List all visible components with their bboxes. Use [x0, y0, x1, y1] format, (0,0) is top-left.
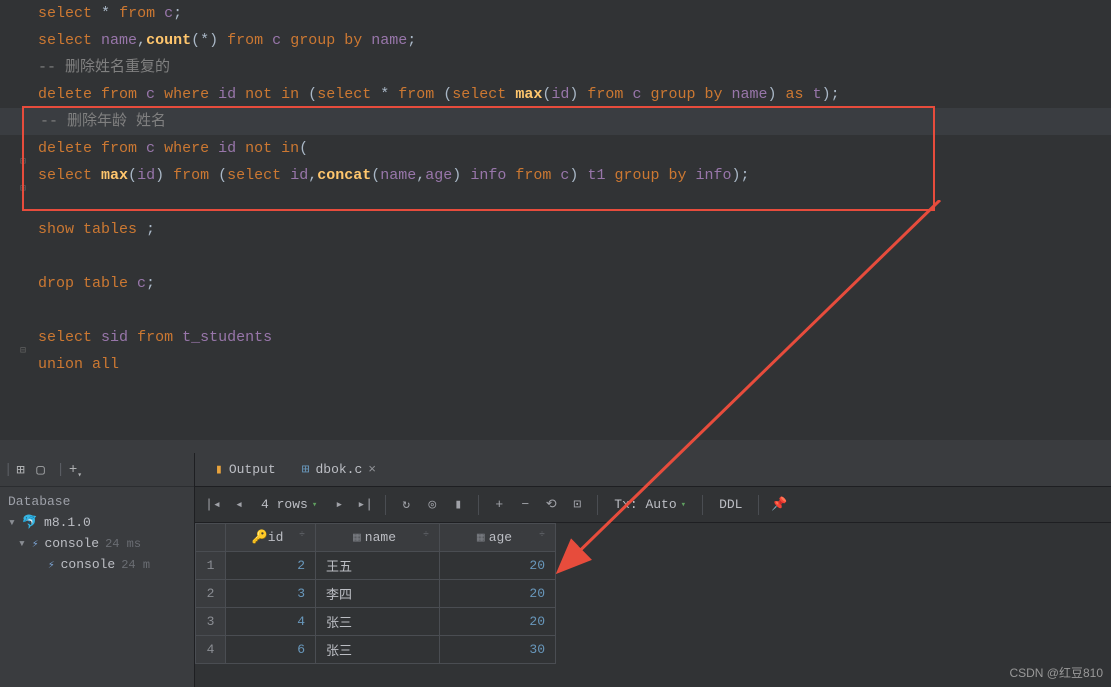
database-sidebar: | ⊞ ▢ | +▾ Database ▾🐬m8.1.0 ▾console 24…	[0, 453, 195, 687]
db-connection[interactable]: ▾🐬m8.1.0	[0, 512, 194, 533]
last-page-button[interactable]: ▸|	[355, 495, 375, 515]
revert-button[interactable]: ⟲	[541, 495, 561, 515]
pin-button[interactable]: 📌	[769, 495, 789, 515]
view-button[interactable]: ▮	[448, 495, 468, 515]
remove-row-button[interactable]: −	[515, 495, 535, 515]
stop-button[interactable]: ◎	[422, 495, 442, 515]
result-table: 🔑id÷ ▦name÷ ▦age÷ 12王五20 23李四20 34张三20 4…	[195, 523, 556, 664]
col-age[interactable]: ▦age÷	[440, 524, 556, 552]
layout-icon[interactable]: ⊞	[16, 462, 32, 478]
filter-icon[interactable]: ▢	[36, 462, 52, 478]
grid-toolbar: |◂ ◂ 4 rows ▾ ▸ ▸| ↻ ◎ ▮ + − ⟲ ⊡ Tx: Aut…	[195, 487, 1111, 523]
close-icon[interactable]: ×	[368, 462, 376, 477]
col-name[interactable]: ▦name÷	[316, 524, 440, 552]
prev-page-button[interactable]: ◂	[229, 495, 249, 515]
db-header: Database	[0, 491, 194, 512]
commit-button[interactable]: ⊡	[567, 495, 587, 515]
console-item-child[interactable]: console 24 m	[0, 554, 194, 575]
result-tabs: ▮Output ⊞dbok.c×	[195, 453, 1111, 487]
add-row-button[interactable]: +	[489, 495, 509, 515]
sql-editor[interactable]: select * from c; select name,count(*) fr…	[0, 0, 1111, 440]
table-row[interactable]: 12王五20	[196, 552, 556, 580]
row-count[interactable]: 4 rows ▾	[255, 497, 323, 512]
table-row[interactable]: 23李四20	[196, 580, 556, 608]
table-row[interactable]: 46张三30	[196, 636, 556, 664]
watermark: CSDN @红豆810	[1009, 664, 1103, 681]
reload-button[interactable]: ↻	[396, 495, 416, 515]
tab-output[interactable]: ▮Output	[203, 456, 288, 483]
tx-mode[interactable]: Tx: Auto ▾	[608, 497, 692, 512]
add-icon[interactable]: +▾	[69, 462, 85, 478]
col-id[interactable]: 🔑id÷	[226, 524, 316, 552]
console-item[interactable]: ▾console 24 ms	[0, 533, 194, 554]
horizontal-splitter[interactable]	[0, 440, 1111, 453]
tab-dbok[interactable]: ⊞dbok.c×	[290, 456, 388, 483]
next-page-button[interactable]: ▸	[329, 495, 349, 515]
first-page-button[interactable]: |◂	[203, 495, 223, 515]
ddl-button[interactable]: DDL	[713, 497, 748, 512]
table-row[interactable]: 34张三20	[196, 608, 556, 636]
